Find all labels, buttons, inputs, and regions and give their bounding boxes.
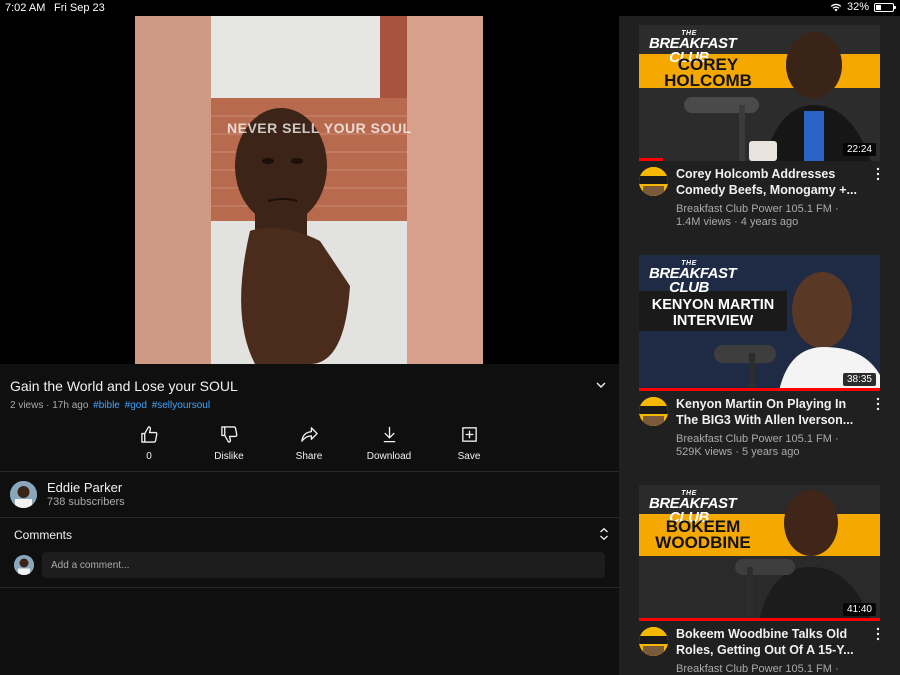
dislike-button[interactable]: Dislike [189, 425, 269, 462]
divider [0, 587, 619, 588]
download-icon [383, 426, 395, 443]
channel-avatar[interactable] [639, 627, 668, 656]
thumbnail-name-plate: BOKEEM WOODBINE [655, 517, 751, 552]
channel-avatar[interactable] [10, 481, 37, 508]
breakfast-club-logo: THE BREAKFAST CLUB [649, 260, 737, 296]
video-title[interactable]: Kenyon Martin On Playing In The BIG3 Wit… [676, 396, 873, 428]
channel-avatar[interactable] [639, 397, 668, 426]
video-thumbnail[interactable]: THE BREAKFAST CLUB KENYON MARTIN INTERVI… [639, 255, 880, 391]
status-date: Fri Sep 23 [54, 2, 105, 14]
battery-icon [874, 2, 896, 12]
add-comment-input[interactable] [42, 552, 605, 578]
video-duration: 38:35 [842, 373, 876, 386]
video-info-panel: Gain the World and Lose your SOUL 2 view… [0, 365, 619, 675]
like-count: 0 [146, 451, 152, 462]
watched-progress [639, 618, 880, 621]
video-meta: 2 views · 17h ago #bible #god #sellyours… [10, 400, 210, 411]
video-title[interactable]: Bokeem Woodbine Talks Old Roles, Getting… [676, 626, 873, 658]
save-label: Save [457, 451, 481, 462]
views-and-date: 2 views · 17h ago [10, 400, 89, 411]
thumbnail-name-plate: KENYON MARTIN INTERVIEW [651, 297, 775, 329]
watched-progress [639, 388, 880, 391]
wifi-icon [830, 3, 842, 12]
share-icon [300, 427, 318, 442]
related-video-card[interactable]: THE BREAKFAST CLUB KENYON MARTIN INTERVI… [639, 255, 880, 460]
save-button[interactable]: Save [429, 425, 509, 462]
video-frame[interactable]: NEVER SELL YOUR SOUL [135, 16, 483, 364]
video-player[interactable]: NEVER SELL YOUR SOUL [0, 16, 619, 381]
video-stats: 1.4M views · 4 years ago [676, 216, 799, 228]
subscriber-count: 738 subscribers [47, 496, 125, 508]
more-options-icon[interactable] [876, 627, 880, 641]
action-bar: 0 Dislike Share Download Save [109, 425, 509, 462]
download-label: Download [366, 451, 412, 462]
more-options-icon[interactable] [876, 167, 880, 181]
related-video-card[interactable]: THE BREAKFAST CLUB COREY HOLCOMB 22:24 C… [639, 25, 880, 230]
video-thumbnail[interactable]: THE BREAKFAST CLUB COREY HOLCOMB 22:24 [639, 25, 880, 161]
expand-collapse-icon[interactable] [598, 527, 610, 541]
channel-row[interactable]: Eddie Parker 738 subscribers [0, 471, 619, 517]
hashtag-sellyoursoul[interactable]: #sellyoursoul [152, 400, 210, 411]
thumbs-down-icon [220, 426, 237, 443]
share-label: Share [295, 451, 323, 462]
related-video-card[interactable]: THE BREAKFAST CLUB BOKEEM WOODBINE 41:40… [639, 485, 880, 675]
user-avatar [14, 555, 34, 575]
video-title[interactable]: Corey Holcomb Addresses Comedy Beefs, Mo… [676, 166, 873, 198]
video-thumbnail[interactable]: THE BREAKFAST CLUB BOKEEM WOODBINE 41:40 [639, 485, 880, 621]
status-time: 7:02 AM [5, 2, 46, 14]
thumbs-up-icon [140, 426, 157, 443]
battery-percent: 32% [846, 1, 869, 13]
channel-name[interactable]: Breakfast Club Power 105.1 FM · [676, 203, 839, 215]
comments-heading[interactable]: Comments [14, 528, 72, 542]
more-options-icon[interactable] [876, 397, 880, 411]
video-duration: 41:40 [842, 603, 876, 616]
hashtag-bible[interactable]: #bible [93, 400, 120, 411]
status-bar: 7:02 AM Fri Sep 23 32% [0, 0, 900, 16]
channel-avatar[interactable] [639, 167, 668, 196]
hashtag-god[interactable]: #god [125, 400, 147, 411]
download-button[interactable]: Download [349, 425, 429, 462]
thumbnail-name-plate: COREY HOLCOMB [664, 55, 752, 90]
channel-name[interactable]: Eddie Parker [47, 480, 122, 495]
video-title[interactable]: Gain the World and Lose your SOUL [10, 378, 238, 394]
save-to-playlist-icon [461, 427, 477, 442]
dislike-label: Dislike [214, 451, 244, 462]
channel-name[interactable]: Breakfast Club Power 105.1 FM · [676, 663, 839, 675]
watched-progress [639, 158, 664, 161]
battery-level [876, 4, 882, 10]
video-duration: 22:24 [842, 143, 876, 156]
divider [0, 517, 619, 518]
channel-name[interactable]: Breakfast Club Power 105.1 FM · [676, 433, 839, 445]
status-right: 32% [830, 1, 896, 13]
video-stats: 529K views · 5 years ago [676, 446, 800, 458]
related-videos-sidebar: THE BREAKFAST CLUB COREY HOLCOMB 22:24 C… [619, 16, 900, 675]
like-button[interactable]: 0 [109, 425, 189, 462]
share-button[interactable]: Share [269, 425, 349, 462]
video-still [135, 16, 483, 364]
chevron-down-icon[interactable] [595, 379, 607, 391]
video-overlay-text: NEVER SELL YOUR SOUL [227, 120, 412, 136]
